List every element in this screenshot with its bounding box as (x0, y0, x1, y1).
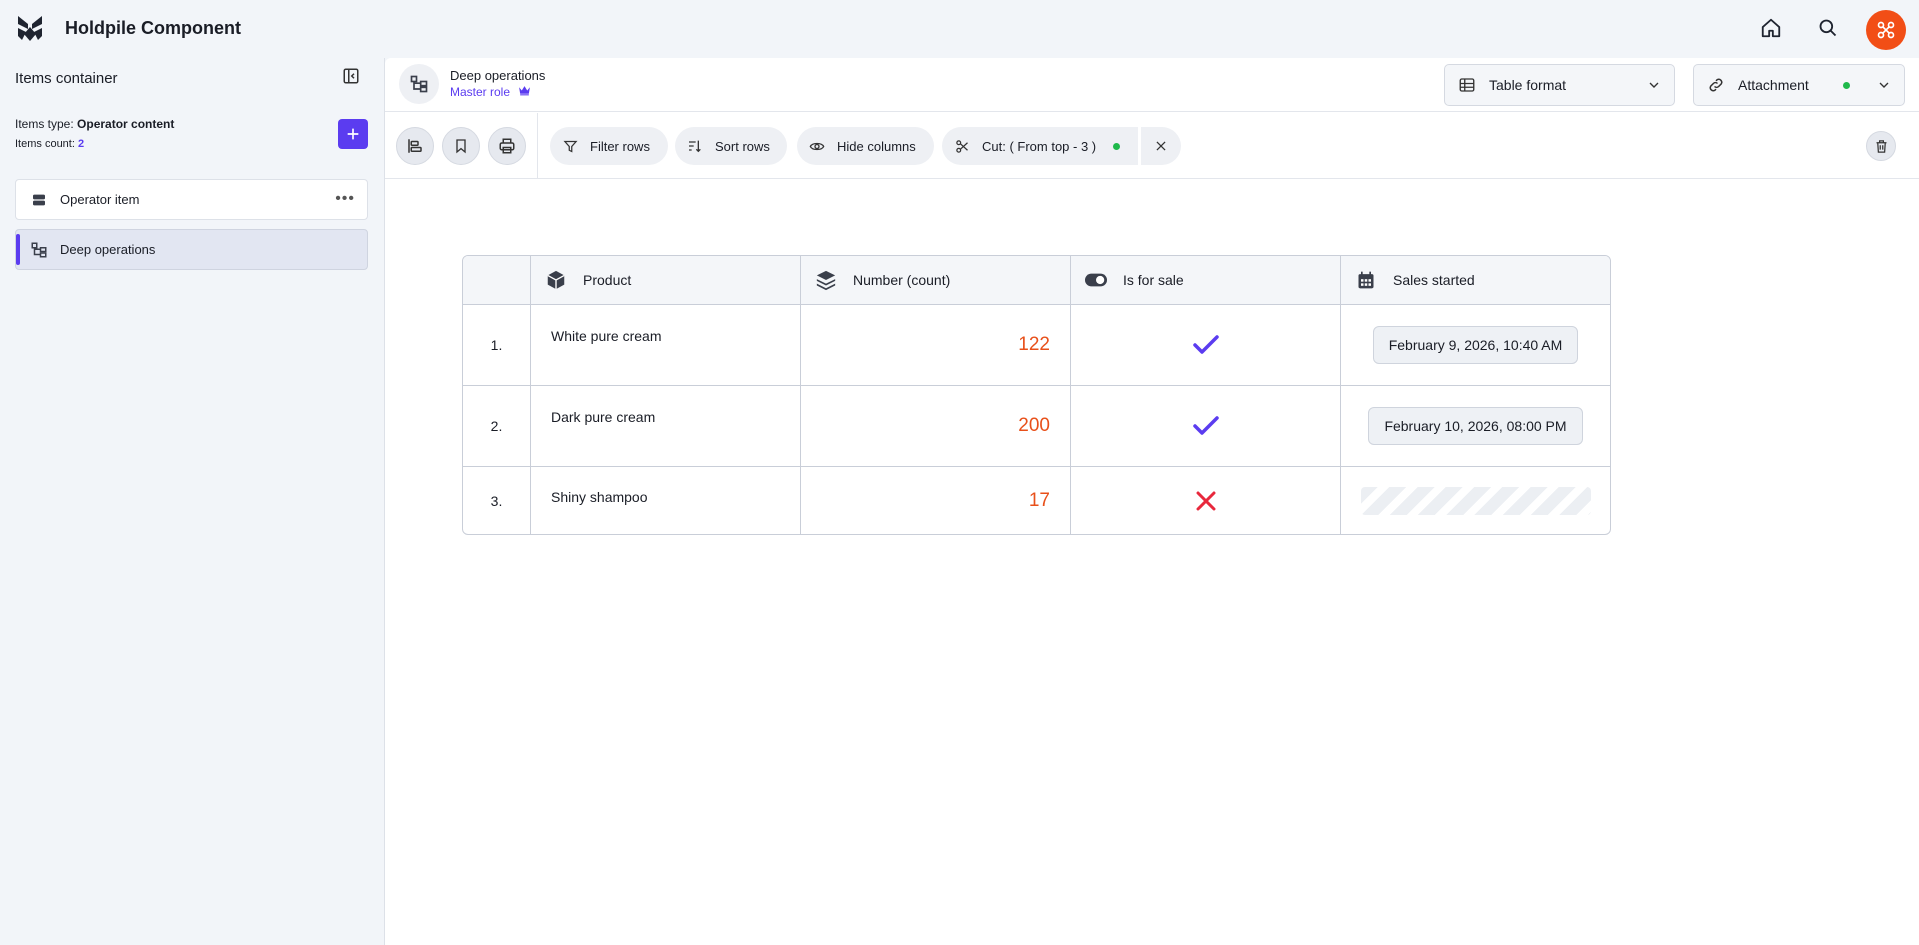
bookmark-icon (456, 139, 466, 154)
table-toolbar: Filter rows Sort rows Hide columns Cut: … (385, 113, 1919, 179)
check-icon[interactable] (1071, 305, 1340, 385)
table-format-select[interactable]: Table format (1444, 64, 1675, 106)
sort-rows-label: Sort rows (715, 138, 770, 154)
database-icon (30, 191, 48, 209)
toggle-icon (1085, 269, 1107, 291)
items-count-value: 2 (77, 138, 85, 150)
align-button[interactable] (396, 127, 434, 165)
app-title: Holdpile Component (65, 18, 241, 38)
sidebar-item-deep-operations[interactable]: Deep operations (15, 229, 368, 270)
items-type: Items type: Operator content (15, 117, 174, 131)
items-type-value: Operator content (77, 117, 175, 131)
hide-columns-label: Hide columns (837, 138, 916, 154)
hierarchy-icon (399, 64, 439, 104)
layers-icon (815, 269, 837, 291)
sidebar-item-label: Deep operations (60, 242, 156, 257)
table-row[interactable]: 1. White pure cream 122 February 9, 2026… (463, 305, 1610, 386)
hierarchy-icon (30, 241, 48, 259)
count-cell[interactable]: 17 (801, 467, 1070, 534)
check-icon[interactable] (1071, 386, 1340, 466)
cut-rows-label: Cut: ( From top - 3 ) (982, 138, 1097, 154)
empty-date-placeholder[interactable] (1360, 486, 1591, 515)
content-header: Deep operations Master role Table format… (385, 58, 1919, 112)
chevron-down-icon (1879, 82, 1889, 88)
top-bar: Holdpile Component (0, 0, 1919, 58)
eye-icon (809, 138, 825, 154)
status-dot (1113, 143, 1120, 150)
box-icon (545, 269, 567, 291)
sort-icon (687, 138, 703, 154)
collapse-sidebar-icon[interactable] (341, 66, 361, 86)
sidebar-item-label: Operator item (60, 192, 140, 207)
user-avatar[interactable] (1866, 10, 1906, 50)
row-index: 2. (490, 418, 503, 434)
product-cell[interactable]: Shiny shampoo (531, 467, 800, 505)
column-header-product[interactable]: Product (531, 256, 801, 304)
page-title: Deep operations (450, 68, 546, 83)
cross-icon[interactable] (1071, 467, 1340, 534)
sidebar: Items container Items type: Operator con… (0, 58, 384, 945)
filter-icon (562, 138, 578, 154)
role-text: Master role (450, 85, 511, 99)
delete-button[interactable] (1866, 131, 1896, 161)
index-header (463, 256, 531, 304)
column-label: Product (583, 272, 632, 288)
main-panel: Deep operations Master role Table format… (385, 58, 1919, 945)
data-table: Product Number (count) Is for sale Sales… (462, 255, 1611, 535)
attachment-select[interactable]: Attachment (1693, 64, 1905, 106)
app-logo-icon[interactable] (16, 14, 44, 42)
items-count-label: Items count: (15, 138, 75, 150)
table-icon (1457, 75, 1477, 95)
table-format-value: Table format (1489, 77, 1567, 93)
date-chip[interactable]: February 10, 2026, 08:00 PM (1368, 407, 1583, 445)
date-chip[interactable]: February 9, 2026, 10:40 AM (1372, 326, 1579, 364)
scissors-icon (954, 138, 970, 154)
align-left-icon (408, 139, 422, 153)
print-button[interactable] (488, 127, 526, 165)
column-header-sales-started[interactable]: Sales started (1341, 256, 1610, 304)
product-cell[interactable]: Dark pure cream (531, 386, 800, 425)
column-header-for-sale[interactable]: Is for sale (1071, 256, 1341, 304)
toolbar-divider (537, 113, 538, 179)
items-count: Items count: 2 (15, 138, 84, 150)
filter-rows-button[interactable]: Filter rows (550, 127, 668, 165)
filter-rows-label: Filter rows (590, 138, 650, 154)
hide-columns-button[interactable]: Hide columns (797, 127, 934, 165)
count-cell[interactable]: 122 (801, 305, 1070, 385)
count-cell[interactable]: 200 (801, 386, 1070, 466)
column-label: Is for sale (1123, 272, 1184, 288)
table-row[interactable]: 3. Shiny shampoo 17 (463, 467, 1610, 534)
clear-cut-button[interactable] (1141, 127, 1181, 165)
sidebar-item-operator-item[interactable]: Operator item ••• (15, 179, 368, 220)
items-type-label: Items type: (15, 117, 74, 131)
more-options-icon[interactable]: ••• (335, 190, 355, 208)
row-index: 1. (490, 337, 503, 353)
chevron-down-icon (1649, 82, 1659, 88)
column-label: Sales started (1393, 272, 1475, 288)
search-icon[interactable] (1815, 15, 1841, 41)
printer-icon (499, 138, 515, 154)
row-index: 3. (490, 492, 503, 509)
attachment-value: Attachment (1738, 77, 1809, 93)
add-item-button[interactable] (338, 119, 368, 149)
sidebar-title: Items container (15, 70, 118, 87)
column-header-number[interactable]: Number (count) (801, 256, 1071, 304)
status-dot (1843, 82, 1850, 89)
role-label: Master role (450, 85, 531, 99)
table-row[interactable]: 2. Dark pure cream 200 February 10, 2026… (463, 386, 1610, 467)
close-icon (1156, 141, 1166, 151)
link-icon (1706, 75, 1726, 95)
sort-rows-button[interactable]: Sort rows (675, 127, 787, 165)
cut-rows-button[interactable]: Cut: ( From top - 3 ) (942, 127, 1138, 165)
product-cell[interactable]: White pure cream (531, 305, 800, 344)
trash-icon (1876, 139, 1886, 153)
bookmark-button[interactable] (442, 127, 480, 165)
home-icon[interactable] (1758, 15, 1784, 41)
column-label: Number (count) (853, 272, 951, 288)
calendar-icon (1355, 269, 1377, 291)
crown-icon (518, 85, 531, 99)
table-header-row: Product Number (count) Is for sale Sales… (463, 256, 1610, 305)
